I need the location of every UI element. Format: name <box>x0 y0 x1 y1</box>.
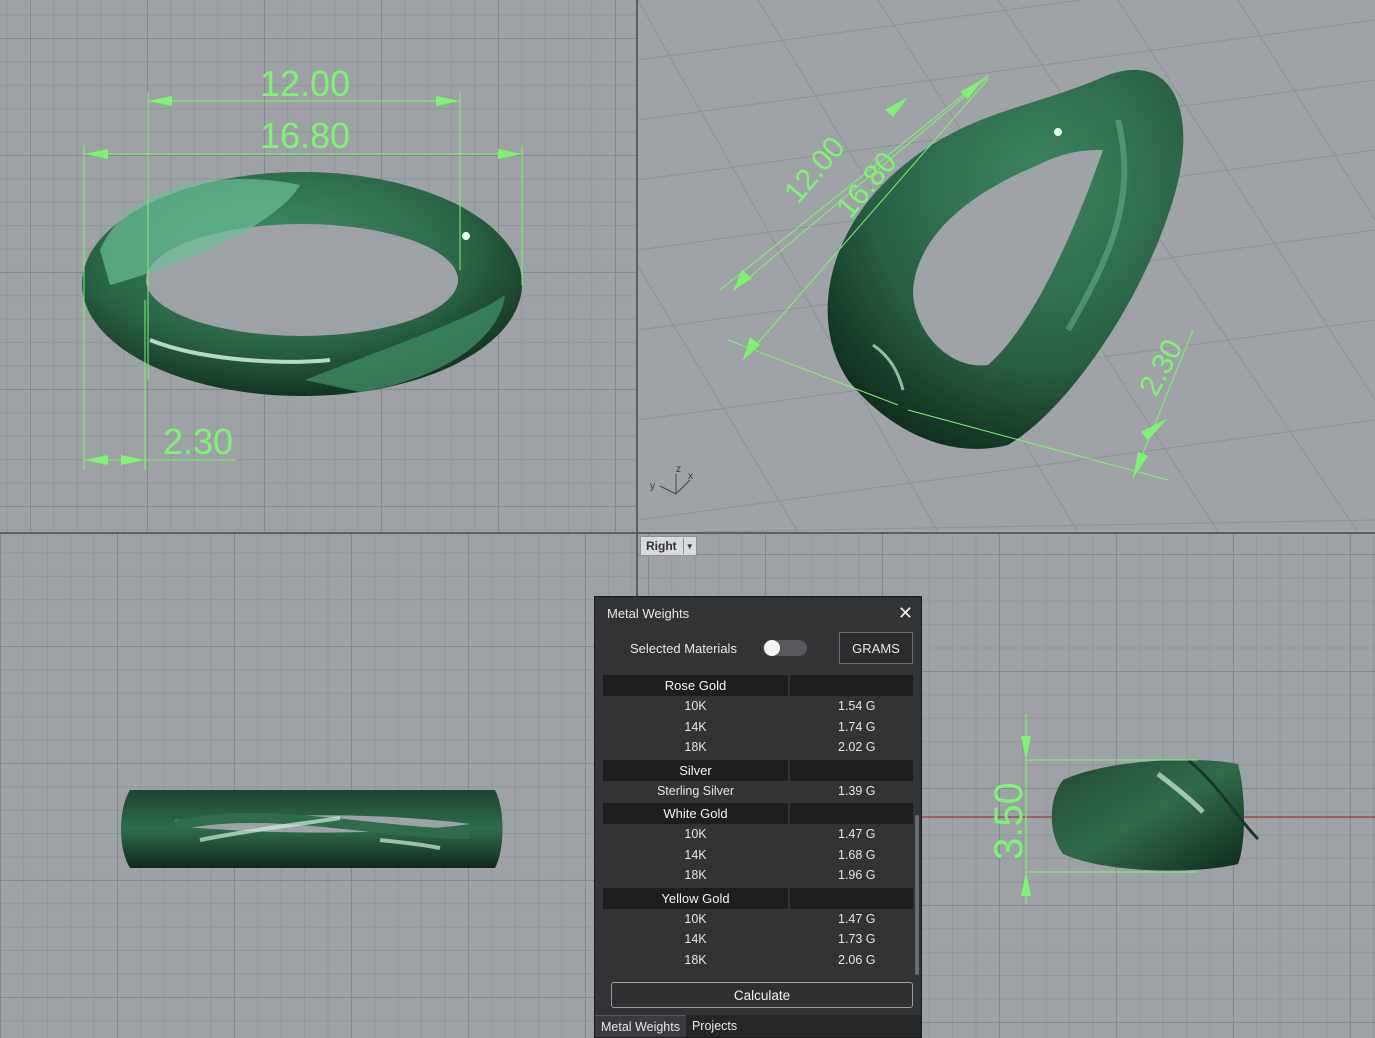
row-karat: 18K <box>684 740 707 755</box>
viewport-perspective[interactable]: 12.00 16.80 2.30 z y x <box>638 0 1375 532</box>
axis-indicator <box>659 474 691 495</box>
group-name: Rose Gold <box>664 678 727 693</box>
row-weight: 1.39 G <box>838 783 876 798</box>
viewport-front[interactable] <box>0 534 636 1038</box>
selected-materials-toggle[interactable] <box>762 640 807 656</box>
row-karat: 14K <box>684 719 707 734</box>
axis-z-label: z <box>676 464 681 475</box>
table-row: 18K 1.96 G <box>603 865 913 886</box>
selected-materials-label: Selected Materials <box>630 640 737 656</box>
dim-width-outer: 16.80 <box>260 115 350 156</box>
tab-metal-weights[interactable]: Metal Weights <box>595 1015 686 1037</box>
row-weight: 1.47 G <box>838 911 876 926</box>
viewport-top[interactable]: 12.00 16.80 2.30 <box>0 0 636 532</box>
dim-width-inner: 12.00 <box>260 63 350 104</box>
ring-front-view <box>121 790 503 868</box>
row-weight: 2.06 G <box>838 952 876 967</box>
table-row: 10K 1.54 G <box>603 696 913 717</box>
metal-weights-panel: Metal Weights ✕ Selected Materials GRAMS… <box>594 596 922 1038</box>
panel-title: Metal Weights <box>607 605 690 621</box>
dim-thickness: 2.30 <box>163 421 233 462</box>
row-weight: 1.96 G <box>838 868 876 883</box>
panel-tabs: Metal Weights Projects <box>595 1015 921 1037</box>
group-header: Rose Gold <box>603 675 913 696</box>
row-weight: 1.73 G <box>838 932 876 947</box>
row-karat: 10K <box>684 827 707 842</box>
viewport-label-right[interactable]: Right ▼ <box>640 536 697 556</box>
row-weight: 1.68 G <box>838 847 876 862</box>
ring-perspective-view: 12.00 16.80 2.30 z y x <box>638 0 1375 532</box>
row-karat: 10K <box>684 699 707 714</box>
weights-table: Rose Gold 10K 1.54 G 14K 1.74 G 18K 2.02 G … <box>603 673 913 970</box>
table-row: 14K 1.73 G <box>603 929 913 950</box>
group-name: Silver <box>679 762 712 778</box>
row-karat: 18K <box>684 952 707 967</box>
table-row: 18K 2.06 G <box>603 950 913 971</box>
close-icon[interactable]: ✕ <box>898 603 913 624</box>
table-row: 14K 1.68 G <box>603 845 913 866</box>
panel-scrollbar[interactable] <box>915 815 919 975</box>
row-karat: 14K <box>684 847 707 862</box>
panel-header: Metal Weights ✕ <box>595 597 921 629</box>
row-weight: 1.47 G <box>838 827 876 842</box>
table-row: 10K 1.47 G <box>603 909 913 930</box>
ring-top-view: 12.00 16.80 2.30 <box>82 63 523 470</box>
chevron-down-icon[interactable]: ▼ <box>682 538 696 554</box>
selected-materials-row: Selected Materials GRAMS <box>595 629 921 667</box>
axis-x-label: x <box>688 471 693 482</box>
ring-body <box>1051 759 1244 871</box>
row-weight: 1.54 G <box>838 699 876 714</box>
table-row: Sterling Silver 1.39 G <box>603 781 913 802</box>
toggle-knob <box>763 640 780 656</box>
row-karat: 18K <box>684 868 707 883</box>
table-row: 10K 1.47 G <box>603 824 913 845</box>
group-header: White Gold <box>603 803 913 824</box>
viewport-label-text: Right <box>646 539 677 553</box>
group-name: Yellow Gold <box>661 890 730 906</box>
group-name: White Gold <box>663 806 728 821</box>
viewport-divider-horizontal[interactable] <box>0 532 1375 534</box>
row-weight: 2.02 G <box>838 740 876 755</box>
calculate-button[interactable]: Calculate <box>611 982 913 1008</box>
group-header: Silver <box>603 759 913 781</box>
axis-y-label: y <box>650 481 655 492</box>
table-row: 14K 1.74 G <box>603 717 913 738</box>
row-karat: Sterling Silver <box>656 783 735 798</box>
units-button[interactable]: GRAMS <box>839 632 913 664</box>
row-karat: 14K <box>684 932 707 947</box>
tab-projects[interactable]: Projects <box>686 1015 743 1037</box>
dim-height: 3.50 <box>987 782 1031 860</box>
group-header: Yellow Gold <box>603 887 913 909</box>
table-row: 18K 2.02 G <box>603 737 913 758</box>
dim-thickness: 2.30 <box>1133 334 1190 401</box>
row-weight: 1.74 G <box>838 719 876 734</box>
row-karat: 10K <box>684 911 707 926</box>
